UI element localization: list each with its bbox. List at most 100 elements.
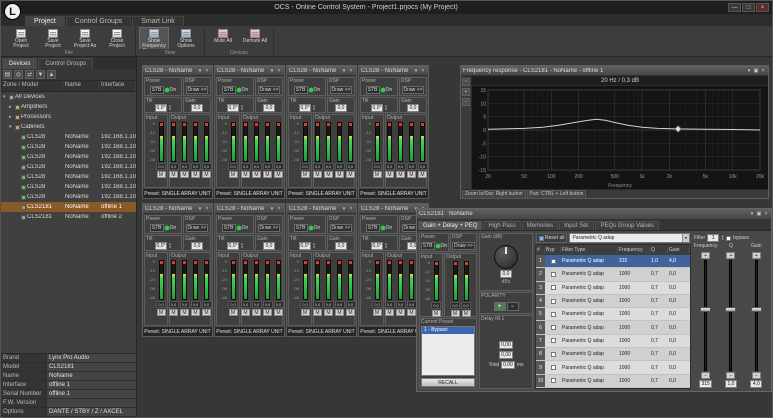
fader-value[interactable]: 4,0 [750,380,762,388]
pin-icon[interactable]: ▾ [197,68,203,74]
mute-all-button[interactable]: Mute All [208,27,238,46]
channel-gain-value[interactable]: 0,0 [300,163,310,170]
close-icon[interactable]: × [760,68,766,74]
channel-gain-value[interactable]: 0,0 [407,163,417,170]
detail-titlebar[interactable]: CLS2181 NoName ▾ ▣ × [417,209,771,220]
bypass-checkbox[interactable] [551,352,556,357]
filter-number[interactable]: 1 [707,234,719,242]
tilt-spinner[interactable]: ▲ ▼ [240,243,243,249]
tree-row[interactable]: ▸Amplifiers [1,102,136,112]
mute-button[interactable]: M [396,309,405,316]
channel-gain-value[interactable]: 0,0 [169,163,179,170]
mute-button[interactable]: M [373,309,382,316]
spin-down-icon[interactable]: ▼ [168,108,171,111]
tilt-spinner[interactable]: ▲ ▼ [384,243,387,249]
show-options-button[interactable]: Show Options [171,27,201,49]
channel-gain-value[interactable]: 0,0 [241,301,251,308]
mute-button[interactable]: M [202,309,211,316]
standby-button[interactable]: STB [294,224,308,232]
preset-item[interactable]: 1 - Bypass [422,327,474,334]
fader-minus-button[interactable]: − [752,372,761,379]
bypass-checkbox[interactable] [551,272,556,277]
tree-row[interactable]: ▾All Devices [1,92,136,102]
mute-button[interactable]: M [451,310,460,317]
mute-button[interactable]: M [169,309,178,316]
close-icon[interactable]: × [204,68,210,74]
standby-button[interactable]: STB [150,86,164,94]
bypass-checkbox[interactable] [551,378,556,383]
pin-icon[interactable]: ▾ [749,211,755,217]
recall-button[interactable]: RECALL [421,378,475,387]
channel-gain-value[interactable]: 0,0 [313,163,323,170]
bypass-checkbox[interactable] [551,365,556,370]
tree-row[interactable]: CLS2181NoNameoffline 2 [1,212,136,222]
fader-plus-button[interactable]: + [701,252,710,259]
zoom-in-icon[interactable]: + [462,88,470,96]
pin-icon[interactable]: ▾ [269,206,275,212]
show-frequency-response-button[interactable]: Show Frequency Response [139,27,169,49]
mute-button[interactable]: M [346,309,355,316]
fader-handle[interactable] [700,307,711,312]
search-icon[interactable]: ◎ [14,70,23,79]
mute-button[interactable]: M [407,171,416,178]
device-panel-titlebar[interactable]: CLS28 - NoName ▾ × [287,204,356,214]
close-icon[interactable]: × [348,68,354,74]
gain-value[interactable]: 0,0 [335,242,347,250]
dock-icon[interactable]: ▣ [756,211,762,217]
close-icon[interactable]: × [348,206,354,212]
fader-handle[interactable] [725,307,736,312]
standby-button[interactable]: STB [150,224,164,232]
tree-row[interactable]: CLS28NoName192.168.1.104 [1,132,136,142]
channel-gain-value[interactable]: 0,0 [396,301,406,308]
close-icon[interactable]: × [763,211,769,217]
mute-button[interactable]: M [229,309,238,316]
restore-icon[interactable]: □ [742,3,755,12]
draw-button[interactable]: Draw >> [330,224,353,232]
close-icon[interactable]: × [204,206,210,212]
mute-button[interactable]: M [241,171,250,178]
channel-gain-value[interactable]: 0,0 [156,163,166,170]
channel-gain-value[interactable]: 0,0 [300,301,310,308]
gain-value[interactable]: 0,0 [191,104,203,112]
pin-icon[interactable]: ▾ [341,206,347,212]
mute-button[interactable]: M [432,310,441,317]
channel-gain-value[interactable]: 0,0 [228,301,238,308]
mute-button[interactable]: M [462,310,471,317]
open-project-button[interactable]: Open Project [6,27,36,49]
tree-row[interactable]: CLS28NoName192.168.1.103 [1,172,136,182]
pin-icon[interactable]: ▾ [197,206,203,212]
standby-button[interactable]: STB [366,86,380,94]
twisty-open-icon[interactable]: ▾ [3,94,8,100]
channel-gain-value[interactable]: 0,0 [252,301,262,308]
bypass-checkbox[interactable] [551,338,556,343]
channel-gain-value[interactable]: 0,0 [274,301,284,308]
demute-all-button[interactable]: Demute All [240,27,270,46]
close-icon[interactable]: × [420,68,426,74]
pin-icon[interactable]: ▾ [269,68,275,74]
mute-button[interactable]: M [274,171,283,178]
channel-gain-value[interactable]: 0,0 [335,163,345,170]
mute-button[interactable]: M [396,171,405,178]
fader-track[interactable] [729,260,732,371]
device-panel-titlebar[interactable]: CLS28 - NoName ▾ × [143,204,212,214]
tilt-value[interactable]: 0,0° [227,104,240,112]
tilt-value[interactable]: 0,0° [155,242,168,250]
channel-gain-value[interactable]: 0,0 [263,301,273,308]
bypass-checkbox[interactable] [551,259,556,264]
detail-tab-peqs-group-values[interactable]: PEQs Group Values [595,221,659,230]
twisty-open-icon[interactable]: ▾ [9,124,14,130]
spin-down-icon[interactable]: ▼ [312,108,315,111]
standby-button[interactable]: STB [222,86,236,94]
peq-row[interactable]: 3Parametric Q adap10000,70,0 [536,282,690,295]
gain-value[interactable]: 0,0 [407,104,419,112]
peq-row[interactable]: 2Parametric Q adap10000,70,0 [536,268,690,281]
fader-handle[interactable] [751,307,762,312]
minimize-icon[interactable]: — [728,3,741,12]
draw-button[interactable]: Draw >> [258,86,281,94]
channel-gain-value[interactable]: 0,0 [385,301,395,308]
gain-value[interactable]: 0,0 [263,104,275,112]
ribbon-tab-smart-link[interactable]: Smart Link [132,16,183,26]
detail-tab-gain-delay-peq[interactable]: Gain + Delay + PEQ [418,221,482,230]
expand-all-icon[interactable]: ▼ [36,70,45,79]
close-icon[interactable]: × [756,3,769,12]
